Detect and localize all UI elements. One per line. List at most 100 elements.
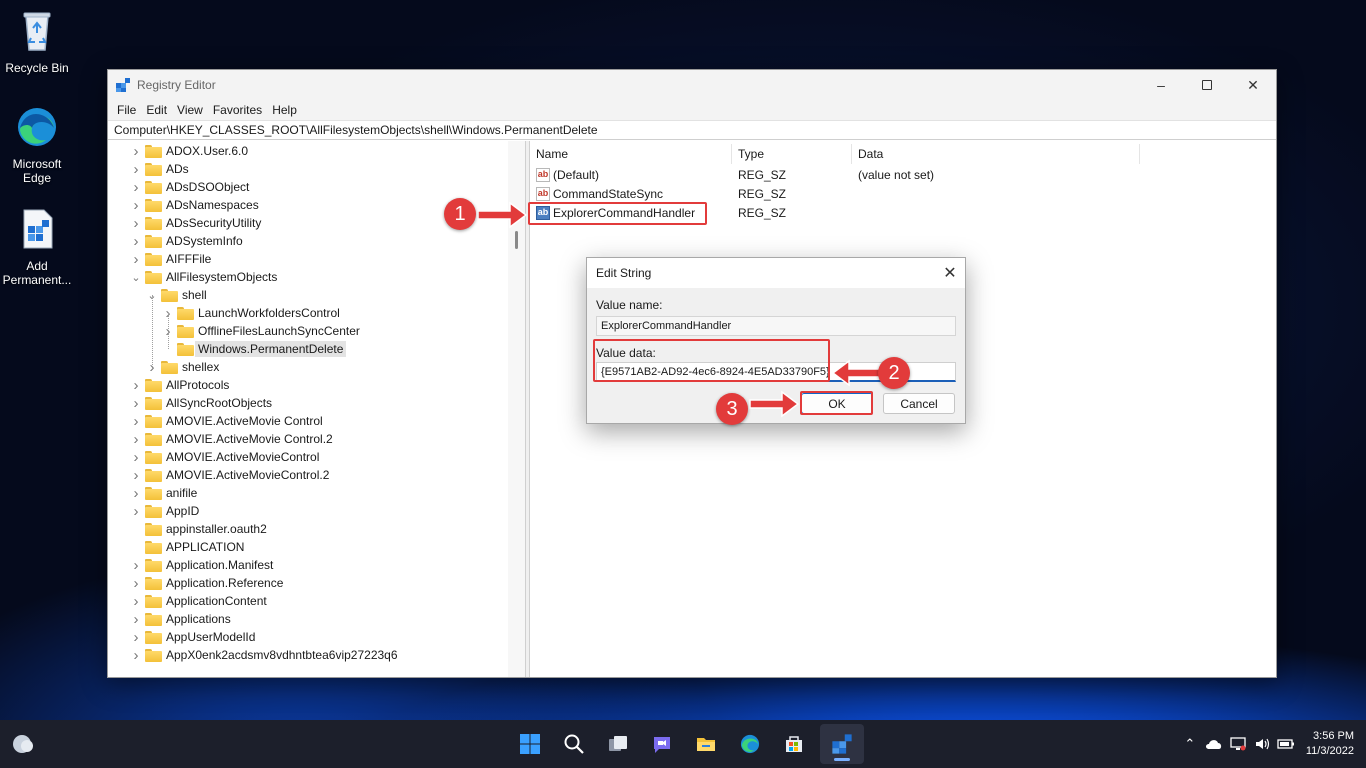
chevron-right-icon[interactable]: › xyxy=(130,394,142,412)
tree-item[interactable]: › ADsDSOObject xyxy=(130,178,250,196)
desktop-icon-recycle-bin[interactable]: Recycle Bin xyxy=(0,8,74,75)
column-header-data[interactable]: Data xyxy=(852,144,1140,164)
tree-scrollbar-thumb[interactable] xyxy=(515,231,518,249)
tree-item-label: shellex xyxy=(182,360,220,374)
tree-item[interactable]: ⌄ shell xyxy=(146,286,207,304)
minimize-icon: – xyxy=(1157,77,1165,93)
volume-icon[interactable] xyxy=(1250,732,1274,756)
chevron-right-icon[interactable]: › xyxy=(130,628,142,646)
tree-item[interactable]: › AMOVIE.ActiveMovie Control xyxy=(130,412,323,430)
callout-badge-1: 1 xyxy=(444,198,476,230)
edge-button[interactable] xyxy=(728,724,772,764)
tree-item-label: ADsSecurityUtility xyxy=(166,216,262,230)
value-row[interactable]: ab (Default) REG_SZ (value not set) xyxy=(536,165,1136,184)
onedrive-cloud-icon[interactable] xyxy=(1202,732,1226,756)
desktop-icon-label: Microsoft Edge xyxy=(12,157,62,185)
chevron-right-icon[interactable]: › xyxy=(130,502,142,520)
chevron-right-icon[interactable]: › xyxy=(130,214,142,232)
desktop-icon-edge[interactable]: Microsoft Edge xyxy=(0,104,74,185)
tree-item-label: ADOX.User.6.0 xyxy=(166,144,249,158)
tree-item[interactable]: › Application.Manifest xyxy=(130,556,274,574)
tree-item[interactable]: › OfflineFilesLaunchSyncCenter xyxy=(162,322,360,340)
chevron-right-icon[interactable]: › xyxy=(130,160,142,178)
tree-item[interactable]: › AppID xyxy=(130,502,200,520)
address-bar[interactable]: Computer\HKEY_CLASSES_ROOT\AllFilesystem… xyxy=(108,120,1276,140)
tree-item[interactable]: › AMOVIE.ActiveMovieControl.2 xyxy=(130,466,330,484)
desktop-icon-registry-file[interactable]: Add Permanent... xyxy=(0,206,74,287)
tree-item[interactable]: › ADsNamespaces xyxy=(130,196,259,214)
tree-item-label: shell xyxy=(182,288,207,302)
minimize-button[interactable]: – xyxy=(1138,70,1184,100)
tree-item[interactable]: › AMOVIE.ActiveMovie Control.2 xyxy=(130,430,333,448)
tree-item[interactable]: › LaunchWorkfoldersControl xyxy=(162,304,340,322)
search-button[interactable] xyxy=(552,724,596,764)
battery-icon[interactable] xyxy=(1274,732,1298,756)
tree-item[interactable]: Windows.PermanentDelete xyxy=(162,340,347,358)
tree-item[interactable]: ⌄ AllFilesystemObjects xyxy=(130,268,277,286)
chevron-right-icon[interactable]: › xyxy=(130,592,142,610)
chevron-up-icon[interactable]: ⌃ xyxy=(1178,732,1202,756)
tree-item[interactable]: › AIFFFile xyxy=(130,250,212,268)
chevron-right-icon[interactable]: › xyxy=(130,574,142,592)
menu-help[interactable]: Help xyxy=(267,103,302,117)
menu-view[interactable]: View xyxy=(172,103,208,117)
tree-item[interactable]: › AppUserModelId xyxy=(130,628,256,646)
chevron-right-icon[interactable]: › xyxy=(130,466,142,484)
tree-item[interactable]: › ADSystemInfo xyxy=(130,232,243,250)
chevron-down-icon[interactable]: ⌄ xyxy=(130,268,142,286)
tree-item[interactable]: › AMOVIE.ActiveMovieControl xyxy=(130,448,320,466)
tree-item[interactable]: appinstaller.oauth2 xyxy=(130,520,267,538)
tree-item[interactable]: › AllProtocols xyxy=(130,376,230,394)
tree-item[interactable]: › AllSyncRootObjects xyxy=(130,394,273,412)
chevron-right-icon[interactable]: › xyxy=(130,646,142,664)
tree-item[interactable]: › AppX0enk2acdsmv8vdhntbtea6vip27223q6 xyxy=(130,646,398,664)
column-header-type[interactable]: Type xyxy=(732,144,852,164)
tree-item[interactable]: › ADsSecurityUtility xyxy=(130,214,262,232)
chevron-right-icon[interactable]: › xyxy=(130,250,142,268)
store-button[interactable] xyxy=(772,724,816,764)
chat-button[interactable] xyxy=(640,724,684,764)
chevron-right-icon[interactable]: › xyxy=(130,178,142,196)
weather-widget[interactable] xyxy=(10,732,36,759)
tree-item-label: AMOVIE.ActiveMovie Control.2 xyxy=(166,432,333,446)
tree-item[interactable]: › ADs xyxy=(130,160,189,178)
chevron-right-icon[interactable]: › xyxy=(130,412,142,430)
chevron-right-icon[interactable]: › xyxy=(130,448,142,466)
tree-item[interactable]: › ADOX.User.6.0 xyxy=(130,142,249,160)
menu-edit[interactable]: Edit xyxy=(141,103,172,117)
close-button[interactable]: ✕ xyxy=(1230,70,1276,100)
registry-editor-taskbar-button[interactable] xyxy=(820,724,864,764)
chevron-right-icon[interactable]: › xyxy=(130,196,142,214)
task-view-button[interactable] xyxy=(596,724,640,764)
clock[interactable]: 3:56 PM 11/3/2022 xyxy=(1298,729,1366,759)
folder-icon xyxy=(145,504,162,518)
title-bar[interactable]: Registry Editor – ✕ xyxy=(108,70,1276,100)
dialog-close-icon[interactable]: ✕ xyxy=(935,263,965,283)
start-button[interactable] xyxy=(508,724,552,764)
network-icon[interactable] xyxy=(1226,732,1250,756)
tree-item[interactable]: › shellex xyxy=(146,358,220,376)
value-type: REG_SZ xyxy=(738,167,787,182)
tree-item[interactable]: › Application.Reference xyxy=(130,574,284,592)
chevron-right-icon[interactable]: › xyxy=(130,142,142,160)
menu-file[interactable]: File xyxy=(112,103,141,117)
tree-item[interactable]: › Applications xyxy=(130,610,231,628)
value-row[interactable]: ab CommandStateSync REG_SZ xyxy=(536,184,1136,203)
menu-favorites[interactable]: Favorites xyxy=(208,103,267,117)
chevron-right-icon[interactable]: › xyxy=(130,610,142,628)
column-header-name[interactable]: Name xyxy=(530,144,732,164)
dialog-title-bar[interactable]: Edit String ✕ xyxy=(587,258,965,288)
maximize-button[interactable] xyxy=(1184,70,1230,100)
tree-item[interactable]: › anifile xyxy=(130,484,198,502)
chevron-right-icon[interactable]: › xyxy=(130,484,142,502)
arrow-left-icon xyxy=(833,359,882,387)
chevron-right-icon[interactable]: › xyxy=(130,232,142,250)
chevron-right-icon[interactable]: › xyxy=(130,556,142,574)
chevron-right-icon[interactable]: › xyxy=(130,430,142,448)
tree-item[interactable]: APPLICATION xyxy=(130,538,244,556)
cancel-button[interactable]: Cancel xyxy=(883,393,955,414)
file-explorer-button[interactable] xyxy=(684,724,728,764)
edge-icon xyxy=(18,108,56,146)
chevron-right-icon[interactable]: › xyxy=(130,376,142,394)
tree-item[interactable]: › ApplicationContent xyxy=(130,592,267,610)
